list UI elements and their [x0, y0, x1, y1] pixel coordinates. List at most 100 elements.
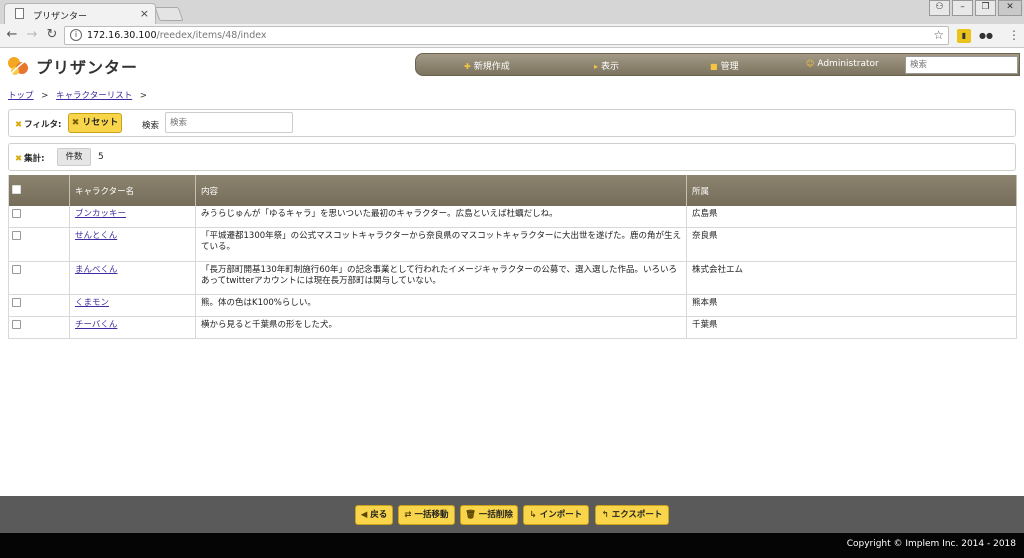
- table-row[interactable]: チーバくん 横から見ると千葉県の形をした犬。 千葉県: [8, 316, 1017, 339]
- move-icon: ⇄: [404, 510, 412, 520]
- info-icon[interactable]: i: [70, 29, 82, 41]
- export-icon: ↰: [601, 510, 609, 520]
- new-tab-button[interactable]: [154, 7, 184, 21]
- row-checkbox[interactable]: [12, 319, 21, 329]
- org-cell: 広島県: [686, 206, 1017, 228]
- back-button[interactable]: ◀ 戻る: [355, 505, 393, 525]
- content-cell: 熊。体の色はK100%らしい。: [195, 294, 687, 317]
- action-bar: ◀ 戻る ⇄ 一括移動 🗑 一括削除 ↳ インポート ↰ エクスポート: [0, 496, 1024, 533]
- row-checkbox[interactable]: [12, 264, 21, 274]
- content-cell: 「平城遷都1300年祭」の公式マスコットキャラクターから奈良県のマスコットキャラ…: [195, 227, 687, 262]
- plus-icon: ✚: [464, 62, 471, 71]
- nav-user[interactable]: ☺ Administrator: [806, 59, 879, 69]
- copyright-footer: Copyright © Implem Inc. 2014 - 2018: [0, 533, 1024, 558]
- pleasanter-logo-icon: [8, 57, 29, 76]
- column-header-name[interactable]: キャラクター名: [69, 175, 196, 206]
- org-cell: 熊本県: [686, 294, 1017, 317]
- close-icon: ✖: [15, 120, 23, 130]
- content-cell: 「長万部町開基130年町制施行60年」の記念事業として行われたイメージキャラクタ…: [195, 261, 687, 295]
- forward-arrow-icon[interactable]: →: [24, 27, 40, 42]
- data-grid: キャラクター名 内容 所属 ブンカッキー みうらじゅんが「ゆるキャラ」を思いつい…: [8, 175, 1017, 339]
- table-row[interactable]: ブンカッキー みうらじゅんが「ゆるキャラ」を思いついた最初のキャラクター。広島と…: [8, 206, 1017, 228]
- row-checkbox-cell: [8, 261, 70, 295]
- search-label: 検索: [142, 121, 160, 131]
- main-navigation: ✚ 新規作成 ▸ 表示 ■ 管理 ☺ Administrator: [415, 53, 1020, 76]
- minimize-button[interactable]: –: [952, 0, 973, 16]
- import-button[interactable]: ↳ インポート: [523, 505, 589, 525]
- column-header-org[interactable]: 所属: [686, 175, 1017, 206]
- org-cell: 株式会社エム: [686, 261, 1017, 295]
- breadcrumb-top-link[interactable]: トップ: [8, 91, 34, 101]
- name-link[interactable]: チーバくん: [75, 320, 117, 330]
- glasses-icon[interactable]: ●●: [979, 29, 993, 43]
- breadcrumb-list-link[interactable]: キャラクターリスト: [56, 91, 132, 101]
- trash-icon: 🗑: [465, 510, 476, 520]
- name-link[interactable]: まんべくん: [75, 265, 118, 275]
- browser-tabstrip: プリザンター × ⚇ – ❐ ✕: [0, 0, 1024, 24]
- browser-tab[interactable]: プリザンター ×: [4, 3, 156, 24]
- close-tab-icon[interactable]: ×: [140, 7, 149, 20]
- summary-label[interactable]: ✖ 集計:: [15, 152, 45, 164]
- content-cell: みうらじゅんが「ゆるキャラ」を思いついた最初のキャラクター。広島といえば杜蠣だし…: [195, 206, 687, 228]
- address-bar[interactable]: i 172.16.30.100/reedex/items/48/index ☆: [64, 26, 949, 45]
- row-checkbox[interactable]: [12, 209, 21, 218]
- row-checkbox[interactable]: [12, 297, 21, 307]
- name-cell: チーバくん: [69, 316, 196, 339]
- name-link[interactable]: せんとくん: [75, 231, 117, 241]
- bulk-move-button[interactable]: ⇄ 一括移動: [398, 505, 455, 525]
- count-value: 5: [98, 152, 104, 162]
- page-icon: [15, 8, 24, 19]
- header-search-input[interactable]: [905, 56, 1018, 74]
- url-text: 172.16.30.100/reedex/items/48/index: [87, 30, 267, 41]
- export-button[interactable]: ↰ エクスポート: [595, 505, 669, 525]
- bulk-delete-button[interactable]: 🗑 一括削除: [460, 505, 518, 525]
- app-title: プリザンター: [36, 58, 139, 77]
- user-icon: ☺: [806, 59, 815, 68]
- name-cell: せんとくん: [69, 227, 196, 262]
- gear-icon: ■: [710, 62, 718, 71]
- select-all-cell: [8, 175, 70, 206]
- profile-icon[interactable]: ⚇: [929, 0, 950, 16]
- name-link[interactable]: ブンカッキー: [75, 209, 126, 219]
- extension-icon[interactable]: ▮: [957, 29, 971, 43]
- nav-view[interactable]: ▸ 表示: [594, 59, 619, 72]
- filter-label[interactable]: ✖ フィルタ:: [15, 118, 61, 130]
- table-row[interactable]: くまモン 熊。体の色はK100%らしい。 熊本県: [8, 294, 1017, 317]
- name-cell: まんべくん: [69, 261, 196, 295]
- browser-toolbar: ← → ↻ i 172.16.30.100/reedex/items/48/in…: [0, 24, 1024, 48]
- nav-new[interactable]: ✚ 新規作成: [464, 59, 510, 72]
- row-checkbox-cell: [8, 227, 70, 262]
- maximize-button[interactable]: ❐: [975, 0, 996, 16]
- name-cell: くまモン: [69, 294, 196, 317]
- nav-manage[interactable]: ■ 管理: [710, 59, 739, 72]
- name-cell: ブンカッキー: [69, 206, 196, 228]
- filter-search-input[interactable]: [165, 112, 293, 133]
- arrow-right-icon: ▸: [594, 62, 599, 71]
- count-button[interactable]: 件数: [57, 148, 91, 166]
- back-arrow-icon[interactable]: ←: [4, 27, 20, 42]
- reset-button[interactable]: ✖ リセット: [68, 113, 122, 133]
- org-cell: 奈良県: [686, 227, 1017, 262]
- table-row[interactable]: まんべくん 「長万部町開基130年町制施行60年」の記念事業として行われたイメー…: [8, 261, 1017, 295]
- close-icon: ✖: [71, 118, 80, 128]
- reload-icon[interactable]: ↻: [44, 27, 60, 42]
- content-cell: 横から見ると千葉県の形をした犬。: [195, 316, 687, 339]
- org-cell: 千葉県: [686, 316, 1017, 339]
- import-icon: ↳: [529, 510, 537, 520]
- select-all-checkbox[interactable]: [12, 184, 21, 194]
- summary-panel: ✖ 集計: 件数 5: [8, 143, 1016, 171]
- row-checkbox-cell: [8, 206, 70, 228]
- close-window-button[interactable]: ✕: [998, 0, 1022, 16]
- column-header-content[interactable]: 内容: [195, 175, 687, 206]
- close-icon: ✖: [15, 154, 23, 164]
- table-header-row: キャラクター名 内容 所属: [8, 175, 1017, 206]
- breadcrumb: トップ > キャラクターリスト >: [8, 91, 148, 101]
- name-link[interactable]: くまモン: [75, 298, 109, 308]
- tab-title: プリザンター: [33, 12, 88, 22]
- filter-panel: ✖ フィルタ: ✖ リセット 検索: [8, 109, 1016, 137]
- back-icon: ◀: [360, 510, 368, 520]
- row-checkbox[interactable]: [12, 230, 21, 240]
- table-row[interactable]: せんとくん 「平城遷都1300年祭」の公式マスコットキャラクターから奈良県のマス…: [8, 227, 1017, 262]
- browser-menu-icon[interactable]: ⋮: [1008, 28, 1020, 42]
- bookmark-star-icon[interactable]: ☆: [933, 28, 944, 42]
